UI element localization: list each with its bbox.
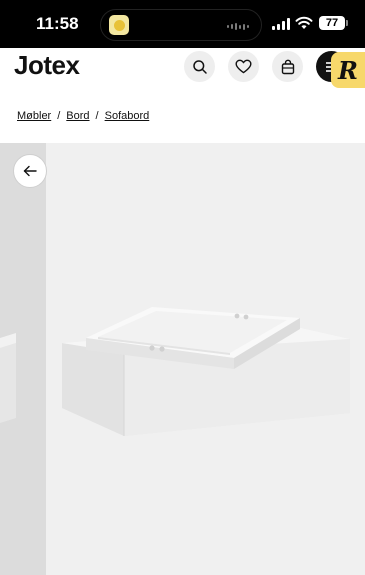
arrow-left-icon bbox=[23, 165, 37, 177]
battery-icon: 77 bbox=[319, 16, 348, 30]
breadcrumb-separator: / bbox=[95, 110, 99, 122]
breadcrumb-link-sofabord[interactable]: Sofabord bbox=[105, 110, 150, 122]
r-badge-icon[interactable]: R bbox=[331, 52, 365, 88]
bag-icon bbox=[281, 59, 294, 74]
cart-button[interactable] bbox=[272, 51, 303, 82]
breadcrumb-link-mobler[interactable]: Møbler bbox=[17, 110, 51, 122]
site-header: Jotex bbox=[0, 48, 365, 92]
product-image bbox=[62, 307, 350, 436]
jotex-logo[interactable]: Jotex bbox=[14, 50, 80, 81]
search-icon bbox=[192, 59, 207, 74]
search-button[interactable] bbox=[184, 51, 215, 82]
page: 11:58 77 Jotex R Møbler / Bord / Sofabor… bbox=[0, 0, 365, 575]
audio-wave-icon bbox=[227, 23, 249, 30]
app-activity-icon bbox=[109, 15, 129, 35]
dynamic-island[interactable] bbox=[100, 9, 262, 41]
heart-icon bbox=[235, 59, 252, 74]
status-bar: 11:58 77 bbox=[0, 0, 365, 48]
wishlist-button[interactable] bbox=[228, 51, 259, 82]
breadcrumb: Møbler / Bord / Sofabord bbox=[17, 110, 149, 122]
signal-icon bbox=[272, 18, 290, 30]
status-time: 11:58 bbox=[36, 14, 79, 33]
breadcrumb-link-bord[interactable]: Bord bbox=[66, 110, 89, 122]
breadcrumb-separator: / bbox=[57, 110, 61, 122]
wifi-icon bbox=[295, 16, 313, 29]
gallery-back-button[interactable] bbox=[13, 154, 47, 188]
